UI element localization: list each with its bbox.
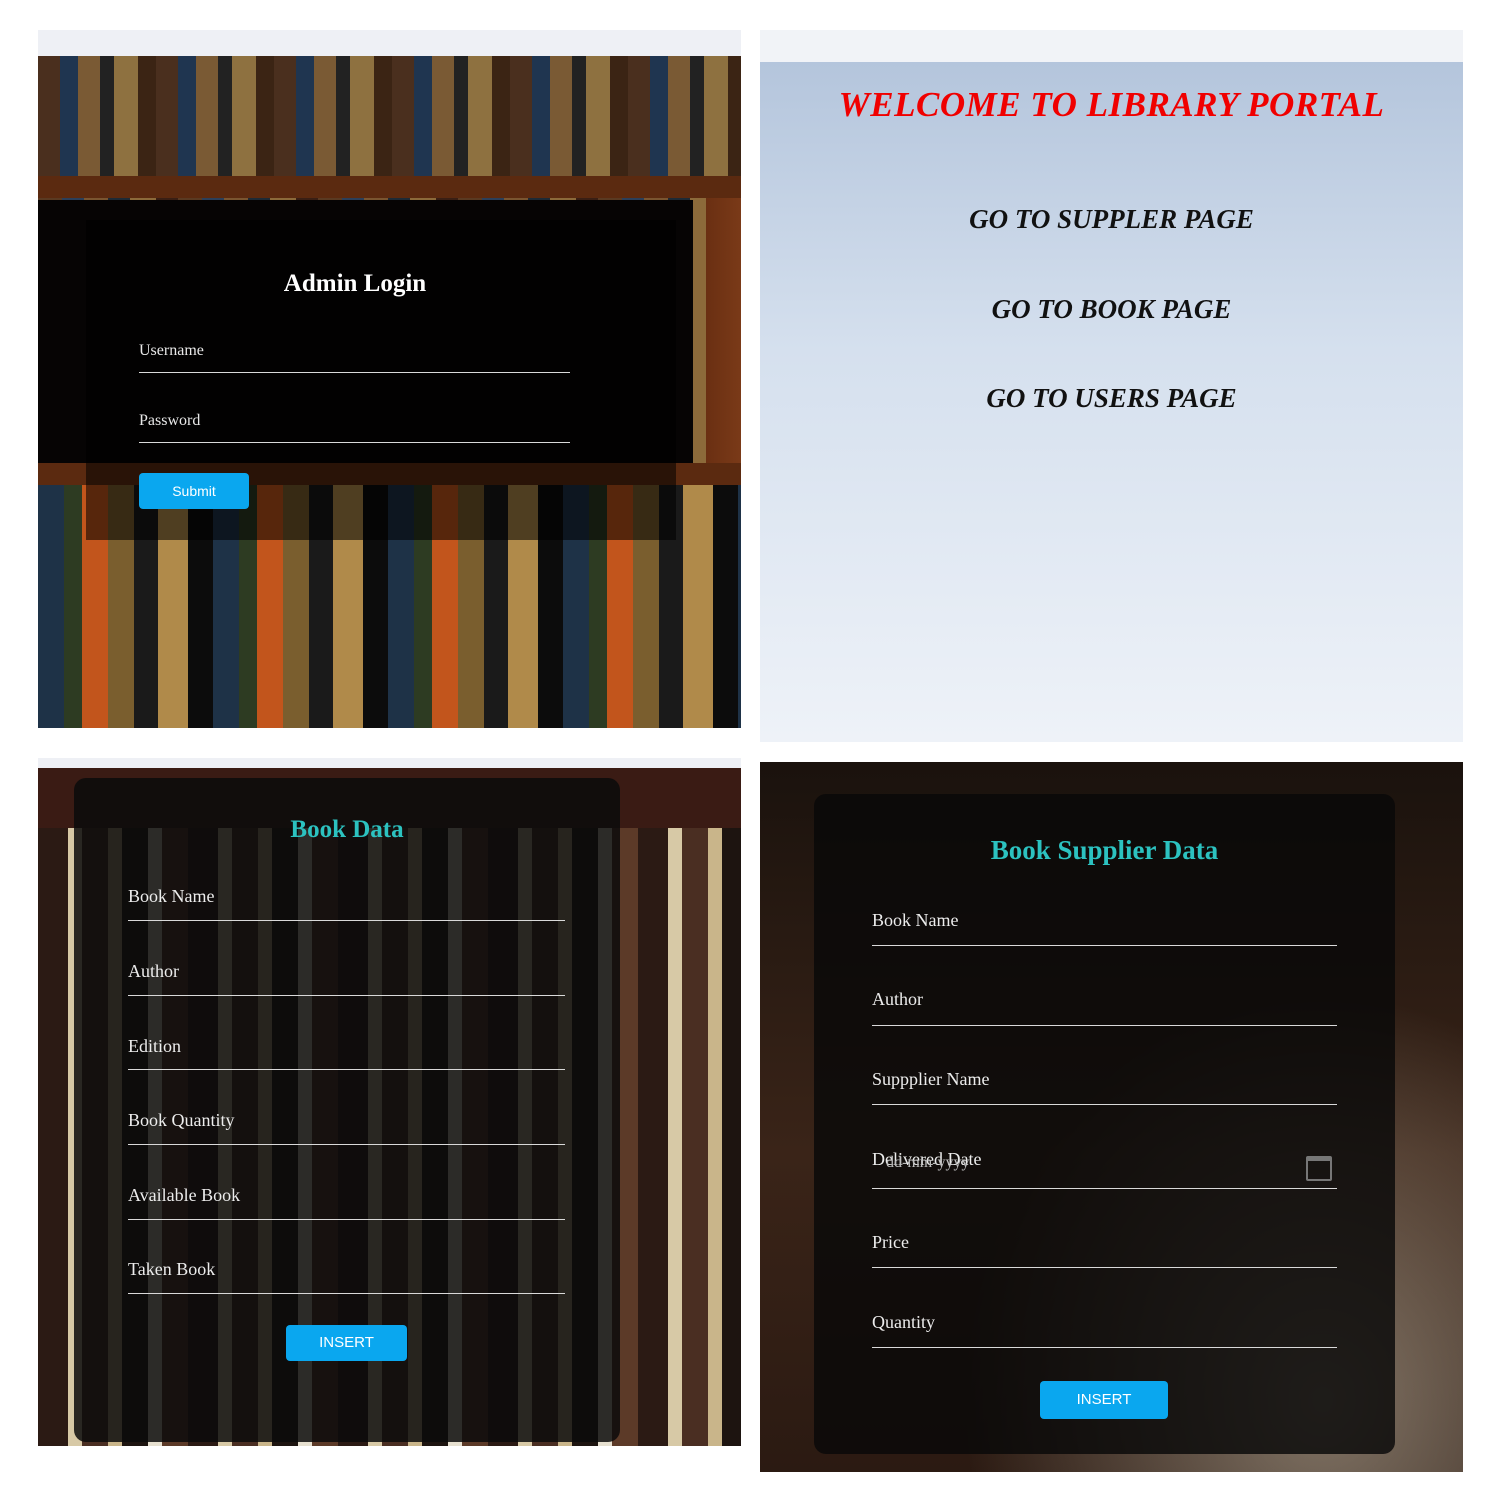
- browser-top-strip: [38, 30, 741, 56]
- available-book-field[interactable]: Available Book: [128, 1185, 240, 1206]
- book-data-panel: Book Data Book Name Author Edition Book …: [38, 758, 741, 1446]
- author-underline: [128, 995, 565, 996]
- supplier-book-name-field[interactable]: Book Name: [872, 910, 958, 931]
- welcome-heading: WELCOME TO LIBRARY PORTAL: [838, 85, 1385, 124]
- book-data-title: Book Data: [290, 816, 404, 843]
- submit-button[interactable]: Submit: [139, 473, 249, 509]
- supplier-data-title: Book Supplier Data: [990, 835, 1219, 865]
- browser-top-strip: [38, 758, 741, 768]
- book-name-field[interactable]: Book Name: [128, 886, 214, 907]
- username-field[interactable]: Username: [139, 342, 204, 360]
- supplier-page-link[interactable]: GO TO SUPPLER PAGE: [760, 204, 1463, 235]
- book-page-link[interactable]: GO TO BOOK PAGE: [760, 294, 1463, 325]
- admin-login-panel: Admin Login Username Password Submit: [38, 30, 741, 728]
- insert-supplier-button[interactable]: INSERT: [1040, 1381, 1168, 1419]
- book-quantity-field[interactable]: Book Quantity: [128, 1110, 235, 1131]
- password-underline: [139, 442, 570, 443]
- taken-book-field[interactable]: Taken Book: [128, 1259, 215, 1280]
- supplier-name-underline: [872, 1104, 1337, 1105]
- username-underline: [139, 372, 570, 373]
- calendar-icon[interactable]: [1306, 1156, 1332, 1181]
- bookshelf-top-row: [38, 56, 741, 176]
- date-placeholder: dd-mm-yyyy: [886, 1154, 970, 1171]
- edition-underline: [128, 1069, 565, 1070]
- supplier-book-name-underline: [872, 945, 1337, 946]
- insert-book-button[interactable]: INSERT: [286, 1325, 407, 1361]
- taken-book-underline: [128, 1293, 565, 1294]
- quantity-underline: [872, 1347, 1337, 1348]
- portal-panel: WELCOME TO LIBRARY PORTAL GO TO SUPPLER …: [760, 30, 1463, 742]
- quantity-field[interactable]: Quantity: [872, 1312, 935, 1333]
- shelf-board: [38, 176, 741, 198]
- supplier-data-panel: Book Supplier Data Book Name Author Supp…: [760, 762, 1463, 1472]
- users-page-link[interactable]: GO TO USERS PAGE: [760, 383, 1463, 414]
- price-field[interactable]: Price: [872, 1232, 909, 1253]
- supplier-name-field[interactable]: Suppplier Name: [872, 1069, 989, 1090]
- price-underline: [872, 1267, 1337, 1268]
- author-field[interactable]: Author: [128, 961, 179, 982]
- book-quantity-underline: [128, 1144, 565, 1145]
- supplier-form-card: [814, 794, 1395, 1454]
- supplier-author-field[interactable]: Author: [872, 989, 923, 1010]
- supplier-author-underline: [872, 1025, 1337, 1026]
- login-title: Admin Login: [283, 270, 427, 297]
- password-field[interactable]: Password: [139, 412, 200, 430]
- edition-field[interactable]: Edition: [128, 1036, 181, 1057]
- delivered-date-underline: [872, 1188, 1337, 1189]
- available-book-underline: [128, 1219, 565, 1220]
- book-name-underline: [128, 920, 565, 921]
